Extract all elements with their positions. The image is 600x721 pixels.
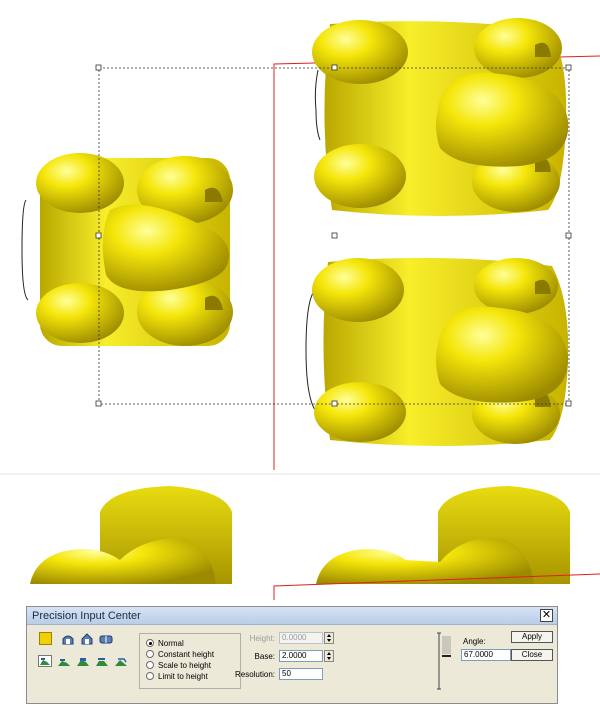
- angle-slider[interactable]: [435, 631, 453, 691]
- height-field[interactable]: 0.0000: [279, 632, 323, 644]
- house-icon[interactable]: [80, 633, 94, 645]
- base-field[interactable]: 2.0000: [279, 650, 323, 662]
- model-tool-3-icon[interactable]: [76, 656, 90, 668]
- dialog-title: Precision Input Center: [32, 610, 141, 622]
- right-top-model[interactable]: [312, 18, 569, 216]
- model-tool-5-icon[interactable]: [114, 656, 128, 668]
- radio-limit-to-height[interactable]: Limit to height: [146, 671, 208, 681]
- radio-scale-to-height[interactable]: Scale to height: [146, 660, 211, 670]
- model-viewport[interactable]: [0, 0, 600, 600]
- dome-icon[interactable]: [61, 633, 75, 645]
- radio-button[interactable]: [146, 639, 154, 647]
- radio-constant-height[interactable]: Constant height: [146, 649, 214, 659]
- close-button[interactable]: Close: [511, 649, 553, 661]
- model-tool-1-icon[interactable]: [38, 655, 52, 667]
- radio-button[interactable]: [146, 672, 154, 680]
- color-swatch-icon[interactable]: [39, 632, 52, 645]
- radio-normal[interactable]: Normal: [146, 638, 184, 648]
- resolution-field[interactable]: 50: [279, 668, 323, 680]
- model-tool-2-icon[interactable]: [57, 656, 71, 668]
- radio-label: Scale to height: [158, 660, 211, 670]
- close-icon[interactable]: ✕: [540, 609, 553, 622]
- radio-label: Constant height: [158, 649, 215, 659]
- left-side-view[interactable]: [30, 486, 232, 584]
- right-side-view[interactable]: [316, 486, 570, 584]
- radio-button[interactable]: [146, 661, 154, 669]
- base-spinner[interactable]: [324, 650, 334, 662]
- height-spinner[interactable]: [324, 632, 334, 644]
- radio-label: Limit to height: [158, 671, 208, 681]
- apply-button[interactable]: Apply: [511, 631, 553, 643]
- capsule-icon[interactable]: [99, 633, 113, 645]
- height-label: Height:: [249, 634, 275, 643]
- left-model[interactable]: [21, 153, 233, 346]
- angle-field[interactable]: 67.0000: [461, 649, 511, 661]
- model-tool-4-icon[interactable]: [95, 656, 109, 668]
- dialog-title-bar[interactable]: Precision Input Center ✕: [27, 607, 557, 625]
- angle-label: Angle:: [463, 637, 486, 646]
- base-label: Base:: [254, 652, 275, 661]
- radio-button[interactable]: [146, 650, 154, 658]
- precision-input-dialog: Precision Input Center ✕ Normal Constant…: [26, 606, 558, 704]
- resolution-label: Resolution:: [234, 670, 275, 679]
- right-bottom-model[interactable]: [305, 257, 569, 446]
- radio-label: Normal: [158, 638, 184, 648]
